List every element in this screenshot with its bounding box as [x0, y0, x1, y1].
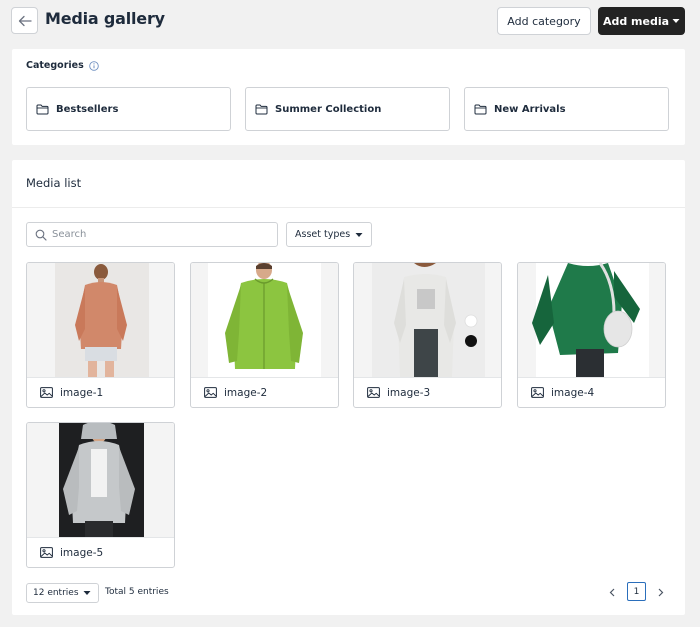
category-label: New Arrivals	[494, 103, 566, 115]
page-title: Media gallery	[45, 9, 165, 28]
media-caption: image-3	[354, 377, 501, 407]
caret-down-icon	[355, 232, 363, 237]
media-caption: image-1	[27, 377, 174, 407]
categories-header: Categories	[26, 60, 99, 71]
media-label: image-4	[551, 386, 595, 399]
caret-down-icon	[83, 591, 91, 595]
category-tile-bestsellers[interactable]: Bestsellers	[26, 87, 231, 131]
media-caption: image-2	[191, 377, 338, 407]
asset-types-dropdown[interactable]: Asset types	[286, 222, 372, 247]
image-icon	[204, 387, 217, 398]
caret-down-icon	[672, 19, 680, 23]
folder-icon	[36, 104, 49, 114]
media-thumbnail	[354, 263, 501, 377]
divider	[12, 207, 685, 208]
search-input[interactable]	[52, 229, 262, 240]
total-entries: Total 5 entries	[105, 587, 169, 597]
folder-icon	[255, 104, 268, 114]
media-thumbnail	[27, 423, 174, 537]
media-thumbnail	[191, 263, 338, 377]
chevron-left-icon	[609, 588, 615, 596]
entries-per-page-dropdown[interactable]: 12 entries	[26, 583, 99, 603]
asset-types-label: Asset types	[295, 229, 351, 240]
pagination-prev-button[interactable]	[606, 583, 618, 601]
media-label: image-5	[60, 546, 104, 559]
folder-icon	[474, 104, 487, 114]
search-box[interactable]	[26, 222, 278, 247]
entries-label: 12 entries	[33, 588, 79, 598]
chevron-right-icon	[658, 588, 664, 596]
image-icon	[40, 547, 53, 558]
search-icon	[35, 229, 47, 241]
page-header: Media gallery Add category Add media	[0, 0, 700, 42]
info-icon[interactable]	[88, 60, 99, 71]
media-caption: image-4	[518, 377, 665, 407]
add-media-button[interactable]: Add media	[598, 7, 685, 35]
media-tile-image-1[interactable]: image-1	[26, 262, 175, 408]
add-category-button[interactable]: Add category	[497, 7, 591, 35]
media-caption: image-5	[27, 537, 174, 567]
media-label: image-1	[60, 386, 104, 399]
category-tile-summer-collection[interactable]: Summer Collection	[245, 87, 450, 131]
media-tile-image-5[interactable]: image-5	[26, 422, 175, 568]
image-icon	[40, 387, 53, 398]
media-label: image-2	[224, 386, 268, 399]
category-tile-new-arrivals[interactable]: New Arrivals	[464, 87, 669, 131]
image-icon	[531, 387, 544, 398]
pagination-page-1[interactable]: 1	[627, 582, 646, 601]
category-label: Summer Collection	[275, 103, 382, 115]
media-label: image-3	[387, 386, 431, 399]
add-media-label: Add media	[602, 14, 670, 28]
back-button[interactable]	[11, 7, 38, 34]
media-tile-image-4[interactable]: image-4	[517, 262, 666, 408]
category-label: Bestsellers	[56, 103, 119, 115]
pagination-next-button[interactable]	[655, 583, 667, 601]
arrow-left-icon	[18, 15, 32, 26]
categories-title: Categories	[26, 60, 84, 71]
image-icon	[367, 387, 380, 398]
media-tile-image-3[interactable]: image-3	[353, 262, 502, 408]
media-tile-image-2[interactable]: image-2	[190, 262, 339, 408]
categories-panel: Categories Bestsellers Summer Collection…	[12, 49, 685, 145]
media-list-title: Media list	[26, 176, 82, 190]
media-list-panel: Media list Asset types	[12, 160, 685, 615]
media-thumbnail	[518, 263, 665, 377]
media-thumbnail	[27, 263, 174, 377]
